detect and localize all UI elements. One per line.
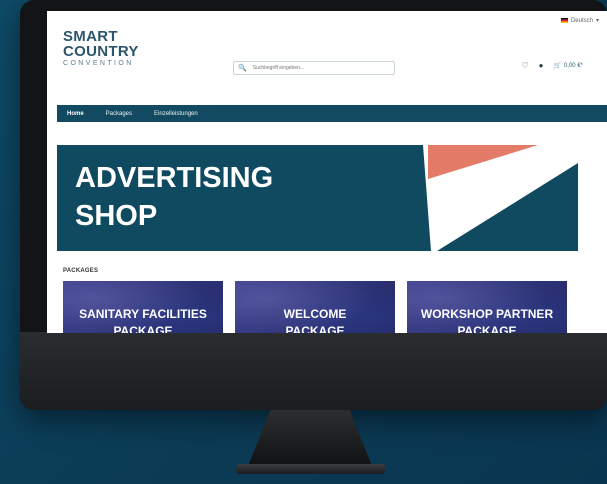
wishlist-heart-icon[interactable]: ♡ [521, 61, 528, 70]
cart-total: 0,00 €* [563, 62, 583, 69]
card-title-line-2: PACKAGE [457, 324, 517, 333]
search-icon[interactable]: 🔍 [234, 64, 251, 72]
nav-item-home[interactable]: Home [67, 111, 84, 117]
package-card-welcome[interactable]: WELCOME PACKAGE [235, 281, 395, 333]
german-flag-icon [560, 18, 568, 23]
account-user-icon[interactable]: ● [539, 61, 544, 70]
banner-title-line-1: ADVERTISING [75, 162, 274, 194]
main-navigation: Home Packages Einzelleistungen [57, 105, 607, 122]
card-title-line-1: WELCOME [283, 307, 347, 321]
nav-item-einzelleistungen[interactable]: Einzelleistungen [154, 111, 198, 117]
packages-heading: PACKAGES [63, 268, 99, 274]
card-title-line-2: PACKAGE [113, 324, 173, 333]
logo-line-1: SMART [63, 28, 118, 45]
package-card-sanitary[interactable]: SANITARY FACILITIES PACKAGE [63, 281, 223, 333]
card-title-line-1: SANITARY FACILITIES [79, 307, 207, 321]
search-input[interactable] [250, 64, 385, 72]
package-card-title: SANITARY FACILITIES PACKAGE [63, 306, 223, 333]
search-box[interactable]: 🔍 [233, 61, 395, 75]
monitor: Deutsch ▾ SMART COUNTRY CONVENTION 🔍 ♡ ●… [20, 0, 607, 410]
cart-icon: 🛒 [553, 63, 561, 69]
monitor-chin [20, 332, 607, 410]
screen: Deutsch ▾ SMART COUNTRY CONVENTION 🔍 ♡ ●… [47, 11, 607, 333]
language-label: Deutsch [570, 17, 593, 24]
hero-banner: ADVERTISING SHOP [57, 145, 578, 251]
cart-button[interactable]: 🛒 0,00 €* [553, 62, 583, 70]
logo-line-3: CONVENTION [63, 60, 134, 67]
logo-line-2: COUNTRY [63, 43, 139, 60]
banner-title: ADVERTISING SHOP [75, 159, 273, 235]
header-actions: ♡ ● 🛒 0,00 €* [521, 61, 583, 70]
card-title-line-2: PACKAGE [285, 324, 345, 333]
package-card-title: WORKSHOP PARTNER PACKAGE [407, 306, 567, 333]
site-logo[interactable]: SMART COUNTRY CONVENTION [63, 29, 139, 67]
package-card-title: WELCOME PACKAGE [235, 306, 395, 333]
language-selector[interactable]: Deutsch ▾ [560, 17, 599, 24]
nav-item-packages[interactable]: Packages [106, 111, 132, 117]
package-cards: SANITARY FACILITIES PACKAGE WELCOME PACK… [63, 281, 568, 333]
chevron-down-icon: ▾ [595, 18, 599, 24]
package-card-workshop[interactable]: WORKSHOP PARTNER PACKAGE [407, 281, 567, 333]
monitor-stand [248, 410, 372, 466]
monitor-stand-base [236, 464, 386, 474]
banner-title-line-2: SHOP [75, 200, 158, 232]
card-title-line-1: WORKSHOP PARTNER [420, 307, 554, 321]
